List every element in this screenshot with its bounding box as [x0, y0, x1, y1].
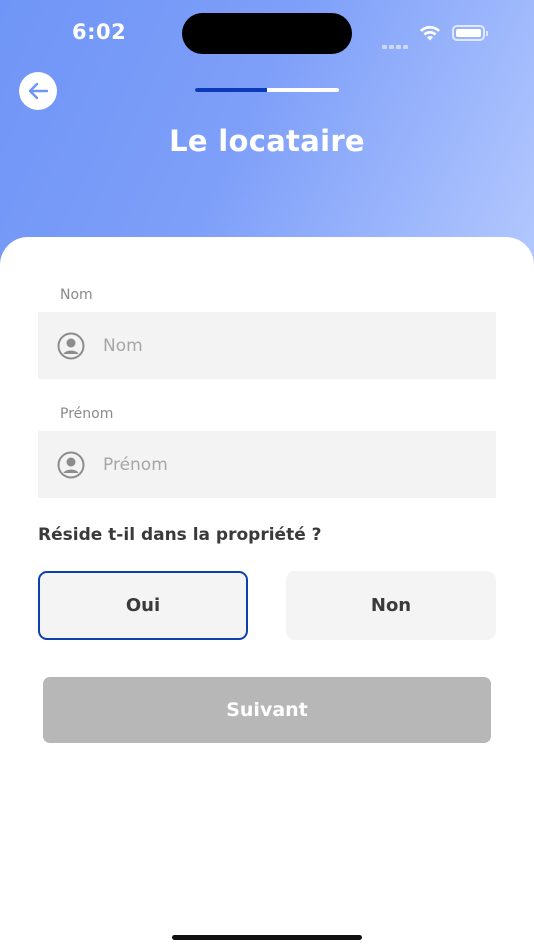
- next-button[interactable]: Suivant: [43, 677, 491, 743]
- home-indicator: [172, 935, 362, 940]
- prenom-input[interactable]: [103, 454, 463, 475]
- step-progress-bar: [195, 88, 339, 92]
- battery-icon: [452, 25, 488, 41]
- prenom-label: Prénom: [60, 406, 114, 422]
- step-progress-fill: [195, 88, 267, 92]
- user-circle-icon: [57, 451, 85, 478]
- choice-non-button[interactable]: Non: [286, 571, 496, 640]
- page-title: Le locataire: [169, 124, 365, 158]
- choice-oui-button[interactable]: Oui: [38, 571, 248, 640]
- arrow-left-icon: [28, 82, 49, 100]
- reside-question: Réside t-il dans la propriété ?: [38, 525, 322, 545]
- status-time: 6:02: [72, 20, 127, 44]
- prenom-field[interactable]: [38, 431, 496, 498]
- wifi-icon: [420, 25, 440, 41]
- status-bar: 6:02: [0, 0, 534, 66]
- user-circle-icon: [57, 332, 85, 359]
- nom-label: Nom: [60, 287, 93, 303]
- dynamic-island: [182, 13, 352, 54]
- back-button[interactable]: [19, 72, 57, 110]
- cellular-signal-icon: [382, 30, 412, 49]
- nom-field[interactable]: [38, 312, 496, 379]
- nom-input[interactable]: [103, 335, 463, 356]
